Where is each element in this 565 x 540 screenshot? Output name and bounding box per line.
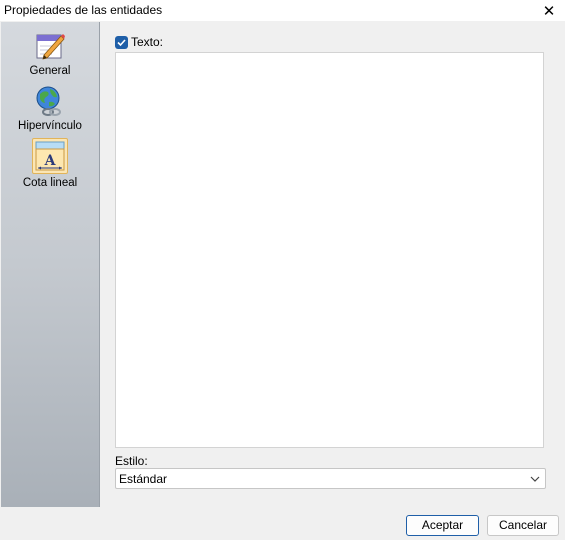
ok-button[interactable]: Aceptar	[406, 515, 479, 536]
window-title: Propiedades de las entidades	[4, 3, 163, 17]
chevron-down-icon	[530, 476, 540, 482]
sidebar-item-label: Hipervínculo	[18, 120, 82, 132]
style-dropdown[interactable]: Estándar	[115, 468, 546, 489]
text-checkbox[interactable]	[115, 35, 128, 49]
text-checkbox-label: Texto:	[131, 35, 164, 49]
close-icon: ✕	[542, 2, 556, 20]
entity-properties-dialog: Propiedades de las entidades ✕ General H…	[0, 0, 565, 540]
style-dropdown-value: Estándar	[119, 472, 168, 486]
cancel-button[interactable]: Cancelar	[487, 515, 559, 536]
svg-text:A: A	[44, 153, 57, 169]
selection-highlight: A	[32, 138, 68, 174]
category-sidebar: General Hipervínculo A Cota lineal	[1, 22, 100, 507]
sidebar-item-label: Cota lineal	[22, 177, 78, 189]
sidebar-item-hyperlink[interactable]: Hipervínculo	[1, 85, 99, 132]
globe-link-icon	[36, 86, 61, 116]
properties-panel: Texto: Estilo: Estándar	[100, 22, 565, 507]
title-bar: Propiedades de las entidades ✕	[0, 0, 565, 21]
dialog-body: General Hipervínculo A Cota lineal Texto…	[0, 21, 565, 540]
linear-dimension-icon: A	[35, 141, 65, 171]
sidebar-item-linear-dimension[interactable]: A Cota lineal	[1, 138, 99, 189]
style-label: Estilo:	[115, 454, 148, 468]
sidebar-item-label: General	[29, 65, 71, 77]
checkmark-icon	[117, 38, 126, 46]
text-input-area[interactable]	[115, 52, 544, 448]
text-checkbox-row[interactable]: Texto:	[115, 34, 163, 50]
pencil-notepad-icon	[36, 34, 65, 60]
close-button[interactable]: ✕	[533, 0, 565, 21]
sidebar-item-general[interactable]: General	[1, 30, 99, 77]
